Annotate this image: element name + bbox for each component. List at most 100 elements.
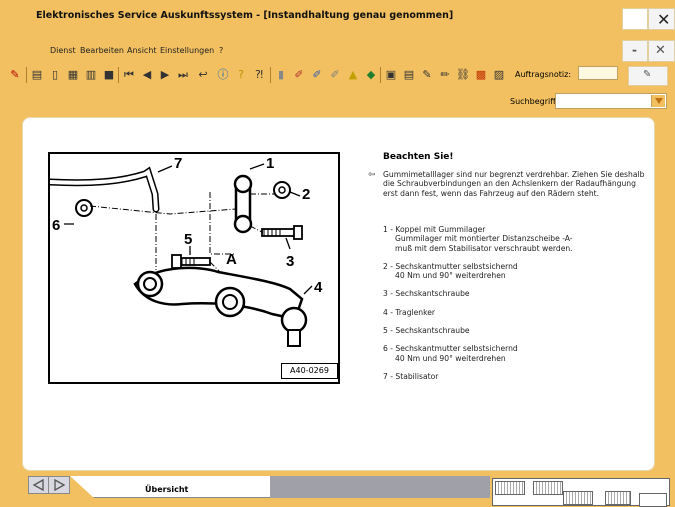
legend-label: 6 - Sechskantmutter selbstsichernd <box>383 344 518 354</box>
display-icon[interactable]: ▣ <box>384 68 398 82</box>
nav-forward-button[interactable] <box>48 476 70 494</box>
figure-reference: A40-0269 <box>281 363 338 379</box>
legend-label: 1 - Koppel mit Gummilager <box>383 225 486 234</box>
callout-2: 2 <box>302 186 310 203</box>
stabilizer-bar <box>50 166 160 213</box>
layout-option-4[interactable] <box>605 491 631 505</box>
callout-5: 5 <box>184 231 192 248</box>
menu-item-ansicht[interactable]: Ansicht <box>127 46 157 55</box>
legend-item: 3 - Sechskantschraube <box>383 289 645 298</box>
warning-icon[interactable]: ▲ <box>346 68 360 82</box>
chevron-down-icon[interactable] <box>651 95 665 107</box>
tag-icon[interactable]: ◆ <box>364 68 378 82</box>
close-icon: ✕ <box>655 43 666 58</box>
tab-inactive[interactable] <box>270 476 490 498</box>
arrow-left-icon: ⇦ <box>368 170 376 180</box>
edit-icon[interactable]: ✎ <box>420 68 434 82</box>
toolbar-separator <box>118 67 119 83</box>
tool-icon[interactable]: ▮ <box>274 68 288 82</box>
bolt-3 <box>261 228 297 237</box>
print-icon[interactable]: ▤ <box>30 68 44 82</box>
pen-blue-icon[interactable]: ✐ <box>310 68 324 82</box>
nut-6 <box>75 199 93 217</box>
note-title: Beachten Sie! <box>383 152 454 162</box>
minimize-button[interactable] <box>622 8 648 30</box>
legend-item: 5 - Sechskantschraube <box>383 326 645 335</box>
legend-item: 4 - Traglenker <box>383 308 645 317</box>
callout-6: 6 <box>52 217 60 234</box>
legend-item: 7 - Stabilisator <box>383 372 645 381</box>
exploded-view-figure: 7 1 2 3 4 5 6 A A40-0269 <box>48 152 340 384</box>
nut-2 <box>273 181 291 199</box>
menu-item-help[interactable]: ? <box>219 46 223 55</box>
toolbar-separator <box>26 67 27 83</box>
note-pen-icon: ✎ <box>643 69 652 80</box>
menu-bar: Dienst Bearbeiten Ansicht Einstellungen … <box>0 46 620 60</box>
close-button[interactable]: ✕ <box>648 8 675 30</box>
layout-selector <box>492 478 670 507</box>
layout-option-1[interactable] <box>495 481 525 495</box>
menu-item-einstellungen[interactable]: Einstellungen <box>160 46 214 55</box>
minimize-icon: - <box>632 43 637 57</box>
legend-label: 3 - Sechskantschraube <box>383 289 470 299</box>
callout-7: 7 <box>174 155 182 172</box>
toolbar-separator <box>270 67 271 83</box>
last-icon[interactable]: ⏭ <box>176 68 190 82</box>
help-icon[interactable]: ? <box>234 68 248 82</box>
title-bar: Elektronisches Service Auskunftssystem -… <box>0 0 675 33</box>
legend-label: 4 - Traglenker <box>383 307 436 317</box>
mdi-minimize-button[interactable]: - <box>622 40 648 62</box>
legend-sub: muß mit dem Stabilisator verschraubt wer… <box>395 243 573 253</box>
app-window: Elektronisches Service Auskunftssystem -… <box>0 0 675 507</box>
list-icon[interactable]: ▤ <box>402 68 416 82</box>
callout-3: 3 <box>286 253 294 270</box>
toolbar-separator <box>380 67 381 83</box>
triangle-right-icon <box>54 478 66 492</box>
marker-icon[interactable]: ✐ <box>328 68 342 82</box>
pencil-icon[interactable]: ✏ <box>438 68 452 82</box>
callout-a: A <box>226 251 237 268</box>
legend-item: 1 - Koppel mit Gummilager Gummilager mit… <box>383 225 645 253</box>
copy-document-icon[interactable]: ▥ <box>84 68 98 82</box>
search-label: Suchbegriff: <box>510 97 559 106</box>
legend-item: 2 - Sechskantmutter selbstsichernd 40 Nm… <box>383 262 645 281</box>
legend-item: 6 - Sechskantmutter selbstsichernd 40 Nm… <box>383 344 645 363</box>
order-note-input[interactable] <box>578 66 618 80</box>
callout-4: 4 <box>314 279 323 296</box>
grid-icon[interactable]: ▩ <box>474 68 488 82</box>
notes-icon[interactable]: ▨ <box>492 68 506 82</box>
mdi-close-button[interactable]: ✕ <box>648 40 675 62</box>
link-icon[interactable]: ⛓ <box>456 68 470 82</box>
order-note-button[interactable]: ✎ <box>628 66 668 86</box>
parts-legend: 1 - Koppel mit Gummilager Gummilager mit… <box>383 225 645 390</box>
close-icon: ✕ <box>657 10 671 29</box>
order-note-label: Auftragsnotiz: <box>515 70 572 79</box>
layout-option-5[interactable] <box>639 493 667 507</box>
search-combobox[interactable] <box>555 93 667 109</box>
note-text: Gummimetalllager sind nur begrenzt verdr… <box>383 170 645 198</box>
info-icon[interactable]: ⓘ <box>216 68 230 82</box>
pen-icon[interactable]: ✐ <box>292 68 306 82</box>
triangle-left-icon <box>32 478 44 492</box>
nav-back-button[interactable] <box>28 476 50 494</box>
next-icon[interactable]: ▶ <box>158 68 172 82</box>
exit-icon[interactable]: ✎ <box>8 68 22 82</box>
car-icon[interactable]: ■ <box>102 68 116 82</box>
toolbar: ✎ ▤ ▯ ▦ ▥ ■ ⏮ ◀ ▶ ⏭ ↩ ⓘ ? ⁈ ▮ ✐ ✐ ✐ ▲ ◆ … <box>10 66 600 86</box>
legend-sub: 40 Nm und 90° weiterdrehen <box>395 353 506 363</box>
document-icon[interactable]: ▯ <box>48 68 62 82</box>
legend-sub: 40 Nm und 90° weiterdrehen <box>395 271 506 281</box>
first-icon[interactable]: ⏮ <box>122 68 136 82</box>
menu-item-dienst[interactable]: Dienst <box>50 46 76 55</box>
legend-label: 5 - Sechskantschraube <box>383 326 470 336</box>
back-icon[interactable]: ↩ <box>196 68 210 82</box>
edit-document-icon[interactable]: ▦ <box>66 68 80 82</box>
legend-label: 7 - Stabilisator <box>383 371 439 381</box>
menu-item-bearbeiten[interactable]: Bearbeiten <box>80 46 124 55</box>
layout-option-2[interactable] <box>533 481 563 495</box>
context-help-icon[interactable]: ⁈ <box>252 68 266 82</box>
previous-icon[interactable]: ◀ <box>140 68 154 82</box>
legend-sub: Gummilager mit montierter Distanzscheibe… <box>395 234 573 244</box>
layout-option-3[interactable] <box>563 491 593 505</box>
callout-1: 1 <box>266 155 274 172</box>
